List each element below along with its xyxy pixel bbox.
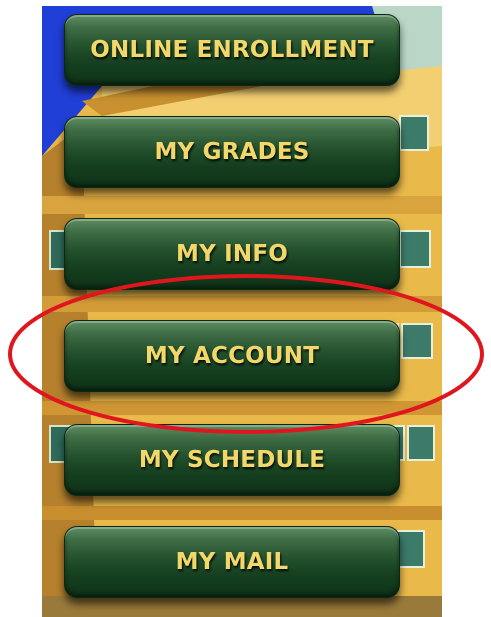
my-account-label: MY ACCOUNT [144,343,320,369]
my-grades-button[interactable]: MY GRADES [64,116,400,188]
menu-panel: ONLINE ENROLLMENT MY GRADES MY INFO MY A… [42,6,442,617]
online-enrollment-button[interactable]: ONLINE ENROLLMENT [64,14,400,86]
my-grades-label: MY GRADES [154,139,310,165]
my-mail-button[interactable]: MY MAIL [64,526,400,598]
my-info-button[interactable]: MY INFO [64,218,400,290]
my-schedule-label: MY SCHEDULE [138,447,326,473]
my-mail-label: MY MAIL [175,549,289,575]
my-account-button[interactable]: MY ACCOUNT [64,320,400,392]
my-schedule-button[interactable]: MY SCHEDULE [64,424,400,496]
my-info-label: MY INFO [175,241,289,267]
online-enrollment-label: ONLINE ENROLLMENT [90,37,374,63]
